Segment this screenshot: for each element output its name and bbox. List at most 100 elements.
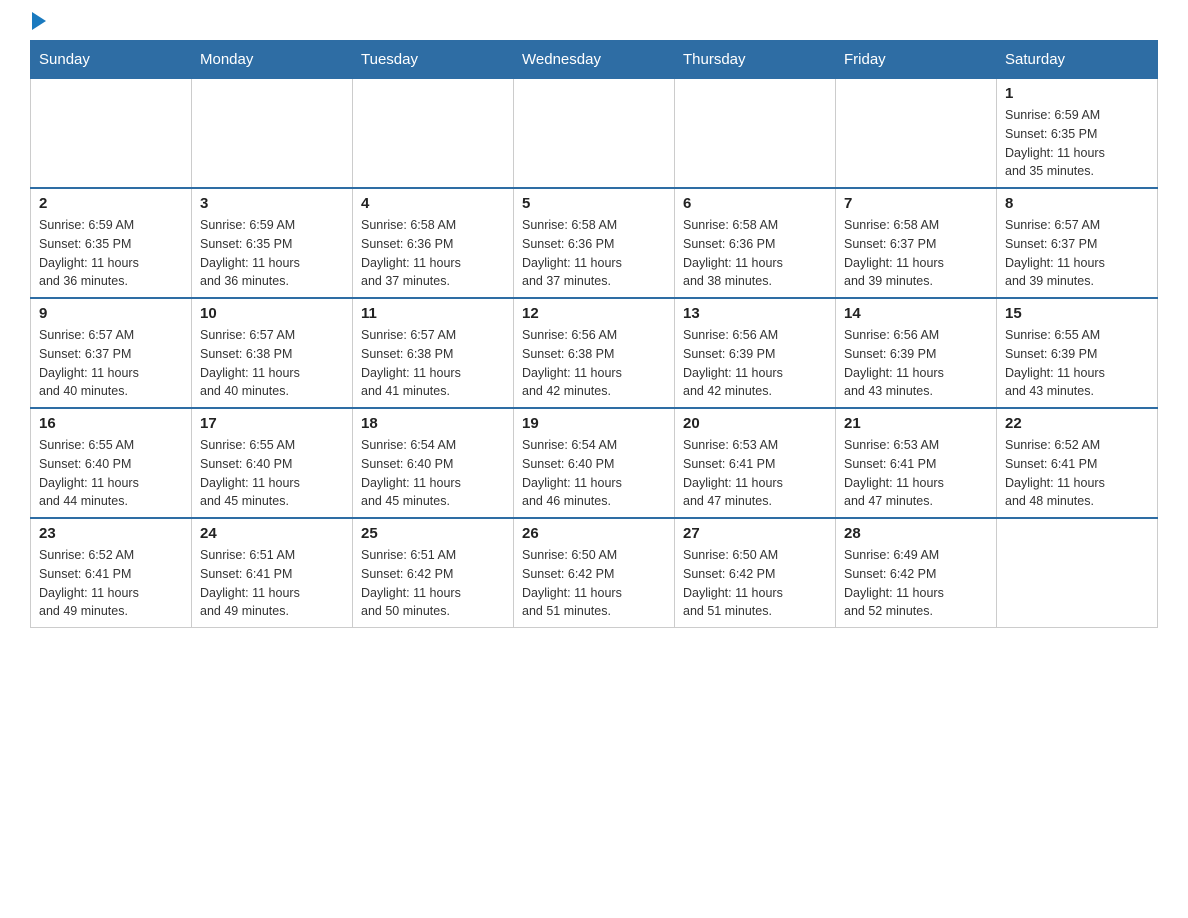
day-number: 27 <box>683 525 827 542</box>
day-info: Sunrise: 6:57 AM Sunset: 6:38 PM Dayligh… <box>200 326 344 401</box>
day-number: 26 <box>522 525 666 542</box>
calendar-cell <box>192 79 353 189</box>
day-info: Sunrise: 6:52 AM Sunset: 6:41 PM Dayligh… <box>39 546 183 621</box>
day-info: Sunrise: 6:49 AM Sunset: 6:42 PM Dayligh… <box>844 546 988 621</box>
calendar-cell: 12Sunrise: 6:56 AM Sunset: 6:38 PM Dayli… <box>514 298 675 408</box>
day-number: 15 <box>1005 305 1149 322</box>
calendar-cell: 20Sunrise: 6:53 AM Sunset: 6:41 PM Dayli… <box>675 408 836 518</box>
weekday-header-saturday: Saturday <box>997 41 1158 79</box>
calendar-cell: 7 Sunrise: 6:58 AM Sunset: 6:37 PM Daylig… <box>836 188 997 298</box>
day-number: 12 <box>522 305 666 322</box>
day-number: 22 <box>1005 415 1149 432</box>
calendar-week-row: 1 Sunrise: 6:59 AM Sunset: 6:35 PM Daylig… <box>31 79 1158 189</box>
day-info: Sunrise: 6:58 AM Sunset: 6:36 PM Dayligh… <box>361 216 505 291</box>
day-number: 2 <box>39 195 183 212</box>
calendar-cell <box>836 79 997 189</box>
day-number: 10 <box>200 305 344 322</box>
day-info: Sunrise: 6:58 AM Sunset: 6:36 PM Dayligh… <box>683 216 827 291</box>
day-number: 4 <box>361 195 505 212</box>
calendar-cell: 8 Sunrise: 6:57 AM Sunset: 6:37 PM Daylig… <box>997 188 1158 298</box>
day-info: Sunrise: 6:51 AM Sunset: 6:42 PM Dayligh… <box>361 546 505 621</box>
day-number: 13 <box>683 305 827 322</box>
day-info: Sunrise: 6:57 AM Sunset: 6:38 PM Dayligh… <box>361 326 505 401</box>
day-info: Sunrise: 6:59 AM Sunset: 6:35 PM Dayligh… <box>39 216 183 291</box>
calendar-cell: 23 Sunrise: 6:52 AM Sunset: 6:41 PM Dayli… <box>31 518 192 628</box>
day-info: Sunrise: 6:56 AM Sunset: 6:39 PM Dayligh… <box>683 326 827 401</box>
page-header <box>30 20 1158 30</box>
calendar-cell: 5Sunrise: 6:58 AM Sunset: 6:36 PM Daylig… <box>514 188 675 298</box>
weekday-header-wednesday: Wednesday <box>514 41 675 79</box>
day-info: Sunrise: 6:55 AM Sunset: 6:40 PM Dayligh… <box>39 436 183 511</box>
day-info: Sunrise: 6:51 AM Sunset: 6:41 PM Dayligh… <box>200 546 344 621</box>
day-number: 17 <box>200 415 344 432</box>
day-number: 20 <box>683 415 827 432</box>
day-number: 23 <box>39 525 183 542</box>
calendar-cell: 21 Sunrise: 6:53 AM Sunset: 6:41 PM Dayli… <box>836 408 997 518</box>
logo <box>30 20 46 30</box>
day-number: 24 <box>200 525 344 542</box>
calendar-cell: 19 Sunrise: 6:54 AM Sunset: 6:40 PM Dayli… <box>514 408 675 518</box>
day-number: 16 <box>39 415 183 432</box>
calendar-cell: 15 Sunrise: 6:55 AM Sunset: 6:39 PM Dayli… <box>997 298 1158 408</box>
weekday-header-sunday: Sunday <box>31 41 192 79</box>
day-info: Sunrise: 6:58 AM Sunset: 6:37 PM Dayligh… <box>844 216 988 291</box>
day-number: 8 <box>1005 195 1149 212</box>
day-number: 18 <box>361 415 505 432</box>
day-info: Sunrise: 6:50 AM Sunset: 6:42 PM Dayligh… <box>522 546 666 621</box>
day-number: 21 <box>844 415 988 432</box>
calendar-cell: 6 Sunrise: 6:58 AM Sunset: 6:36 PM Daylig… <box>675 188 836 298</box>
day-info: Sunrise: 6:57 AM Sunset: 6:37 PM Dayligh… <box>39 326 183 401</box>
calendar-cell: 26 Sunrise: 6:50 AM Sunset: 6:42 PM Dayli… <box>514 518 675 628</box>
day-info: Sunrise: 6:55 AM Sunset: 6:40 PM Dayligh… <box>200 436 344 511</box>
day-info: Sunrise: 6:57 AM Sunset: 6:37 PM Dayligh… <box>1005 216 1149 291</box>
weekday-header-tuesday: Tuesday <box>353 41 514 79</box>
calendar-cell: 3 Sunrise: 6:59 AM Sunset: 6:35 PM Daylig… <box>192 188 353 298</box>
day-number: 7 <box>844 195 988 212</box>
calendar-cell <box>514 79 675 189</box>
day-number: 28 <box>844 525 988 542</box>
calendar-cell: 16 Sunrise: 6:55 AM Sunset: 6:40 PM Dayli… <box>31 408 192 518</box>
calendar-cell: 9 Sunrise: 6:57 AM Sunset: 6:37 PM Daylig… <box>31 298 192 408</box>
calendar-cell: 10 Sunrise: 6:57 AM Sunset: 6:38 PM Dayli… <box>192 298 353 408</box>
day-number: 1 <box>1005 85 1149 102</box>
weekday-header-thursday: Thursday <box>675 41 836 79</box>
calendar-cell: 24 Sunrise: 6:51 AM Sunset: 6:41 PM Dayli… <box>192 518 353 628</box>
calendar-cell: 1 Sunrise: 6:59 AM Sunset: 6:35 PM Daylig… <box>997 79 1158 189</box>
day-info: Sunrise: 6:54 AM Sunset: 6:40 PM Dayligh… <box>522 436 666 511</box>
weekday-header-monday: Monday <box>192 41 353 79</box>
calendar-cell: 25 Sunrise: 6:51 AM Sunset: 6:42 PM Dayli… <box>353 518 514 628</box>
calendar-cell: 11 Sunrise: 6:57 AM Sunset: 6:38 PM Dayli… <box>353 298 514 408</box>
calendar-cell: 14 Sunrise: 6:56 AM Sunset: 6:39 PM Dayli… <box>836 298 997 408</box>
day-info: Sunrise: 6:59 AM Sunset: 6:35 PM Dayligh… <box>1005 106 1149 181</box>
calendar-cell <box>675 79 836 189</box>
day-number: 25 <box>361 525 505 542</box>
calendar-cell: 2 Sunrise: 6:59 AM Sunset: 6:35 PM Daylig… <box>31 188 192 298</box>
calendar-cell <box>997 518 1158 628</box>
day-number: 3 <box>200 195 344 212</box>
day-number: 11 <box>361 305 505 322</box>
calendar-cell: 13 Sunrise: 6:56 AM Sunset: 6:39 PM Dayli… <box>675 298 836 408</box>
calendar-cell: 22Sunrise: 6:52 AM Sunset: 6:41 PM Dayli… <box>997 408 1158 518</box>
calendar-cell: 27 Sunrise: 6:50 AM Sunset: 6:42 PM Dayli… <box>675 518 836 628</box>
day-info: Sunrise: 6:58 AM Sunset: 6:36 PM Dayligh… <box>522 216 666 291</box>
day-info: Sunrise: 6:55 AM Sunset: 6:39 PM Dayligh… <box>1005 326 1149 401</box>
calendar-week-row: 16 Sunrise: 6:55 AM Sunset: 6:40 PM Dayli… <box>31 408 1158 518</box>
weekday-header-friday: Friday <box>836 41 997 79</box>
day-number: 9 <box>39 305 183 322</box>
day-info: Sunrise: 6:53 AM Sunset: 6:41 PM Dayligh… <box>844 436 988 511</box>
logo-arrow-icon <box>32 12 46 30</box>
day-number: 14 <box>844 305 988 322</box>
calendar-week-row: 9 Sunrise: 6:57 AM Sunset: 6:37 PM Daylig… <box>31 298 1158 408</box>
calendar-cell <box>353 79 514 189</box>
calendar-week-row: 23 Sunrise: 6:52 AM Sunset: 6:41 PM Dayli… <box>31 518 1158 628</box>
calendar-week-row: 2 Sunrise: 6:59 AM Sunset: 6:35 PM Daylig… <box>31 188 1158 298</box>
day-info: Sunrise: 6:56 AM Sunset: 6:39 PM Dayligh… <box>844 326 988 401</box>
day-info: Sunrise: 6:59 AM Sunset: 6:35 PM Dayligh… <box>200 216 344 291</box>
day-number: 6 <box>683 195 827 212</box>
day-number: 19 <box>522 415 666 432</box>
day-info: Sunrise: 6:50 AM Sunset: 6:42 PM Dayligh… <box>683 546 827 621</box>
calendar-table: SundayMondayTuesdayWednesdayThursdayFrid… <box>30 40 1158 628</box>
calendar-cell: 4 Sunrise: 6:58 AM Sunset: 6:36 PM Daylig… <box>353 188 514 298</box>
calendar-cell: 28 Sunrise: 6:49 AM Sunset: 6:42 PM Dayli… <box>836 518 997 628</box>
day-info: Sunrise: 6:54 AM Sunset: 6:40 PM Dayligh… <box>361 436 505 511</box>
